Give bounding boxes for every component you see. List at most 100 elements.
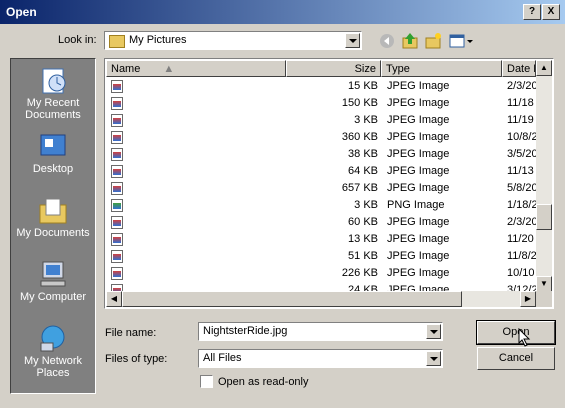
table-row[interactable]: lisaAndGrif.jpg360 KBJPEG Image10/8/2 (106, 129, 537, 146)
jpeg-file-icon (111, 165, 123, 178)
jpeg-file-icon (111, 250, 123, 263)
back-icon[interactable] (377, 31, 397, 51)
column-header-type[interactable]: Type (381, 60, 502, 77)
file-date-cell: 11/13 (507, 165, 534, 177)
jpeg-file-icon (111, 114, 123, 127)
table-row[interactable]: originalFBprofilePic.jpg60 KBJPEG Image2… (106, 214, 537, 231)
vertical-scroll-thumb[interactable] (536, 204, 552, 230)
file-date-cell: 11/8/2 (507, 250, 537, 262)
table-row[interactable]: RearWindow.jpg226 KBJPEG Image10/10 (106, 265, 536, 282)
scroll-left-button[interactable]: ◀ (106, 291, 122, 307)
file-type-cell: JPEG Image (387, 216, 450, 228)
file-type-cell: PNG Image (387, 199, 445, 211)
up-folder-icon[interactable] (400, 31, 420, 51)
table-row[interactable]: linuxpenguin.jpg3 KBJPEG Image11/19 (106, 112, 536, 129)
file-size-cell: 657 KB (341, 182, 378, 194)
close-button[interactable]: X (542, 4, 560, 20)
jpeg-file-icon (111, 148, 123, 161)
look-in-dropdown[interactable] (345, 33, 360, 48)
cancel-button[interactable]: Cancel (477, 347, 555, 370)
table-row[interactable]: lookalike.jpg38 KBJPEG Image3/5/20 (106, 146, 537, 163)
table-row[interactable]: NightsterRide.jpg657 KBJPEG Image5/8/20 (106, 180, 537, 197)
file-date-cell: 11/20 (507, 233, 534, 245)
place-label: My Network Places (23, 355, 83, 379)
file-type-cell: JPEG Image (387, 233, 450, 245)
view-menu-icon[interactable] (448, 31, 474, 51)
file-size-cell: 13 KB (348, 233, 378, 245)
jpeg-file-icon (111, 267, 123, 280)
file-name-dropdown[interactable] (426, 324, 441, 339)
file-size-cell: 360 KB (341, 131, 378, 143)
place-label: My Documents (16, 227, 90, 239)
file-type-cell: JPEG Image (387, 97, 450, 109)
new-folder-icon[interactable] (423, 31, 443, 51)
file-type-cell: JPEG Image (387, 114, 450, 126)
table-row[interactable]: pepe_le_pew-5250.jpg13 KBJPEG Image11/20 (106, 231, 536, 248)
jpeg-file-icon (111, 216, 123, 229)
file-size-cell: 3 KB (354, 199, 378, 211)
look-in-label: Look in: (58, 34, 97, 46)
horizontal-scroll-thumb[interactable] (122, 291, 462, 307)
place-recent-documents[interactable]: My Recent Documents (11, 65, 95, 121)
place-desktop[interactable]: Desktop (11, 131, 95, 175)
table-row[interactable]: McQueen in the mud.jpg64 KBJPEG Image11/… (106, 163, 536, 180)
place-my-documents[interactable]: My Documents (11, 195, 95, 239)
file-size-cell: 38 KB (348, 148, 378, 160)
place-label: Desktop (32, 163, 74, 175)
file-list[interactable]: Name ▲ Size Type Date M js2.jpg15 KBJPEG… (104, 58, 554, 309)
file-name-label: File name: (105, 327, 157, 339)
look-in-combo[interactable]: My Pictures (104, 31, 362, 50)
file-type-select[interactable]: All Files (198, 349, 443, 368)
file-type-cell: JPEG Image (387, 182, 450, 194)
place-my-computer[interactable]: My Computer (11, 259, 95, 303)
folder-icon (109, 35, 125, 48)
file-date-cell: 5/8/20 (507, 182, 537, 194)
file-date-cell: 1/18/2 (507, 199, 537, 211)
vertical-scrollbar[interactable]: ▲ ▼ (536, 60, 552, 292)
place-network-places[interactable]: My Network Places (11, 323, 95, 379)
column-header-size[interactable]: Size (286, 60, 381, 77)
file-type-dropdown[interactable] (426, 351, 441, 366)
read-only-checkbox[interactable] (200, 375, 213, 388)
scroll-down-button[interactable]: ▼ (536, 276, 552, 292)
jpeg-file-icon (111, 80, 123, 93)
file-size-cell: 51 KB (348, 250, 378, 262)
mouse-cursor-icon (518, 327, 532, 348)
column-header-date[interactable]: Date M (502, 60, 536, 77)
file-size-cell: 64 KB (348, 165, 378, 177)
my-computer-icon (37, 259, 69, 289)
file-name-value: NightsterRide.jpg (203, 325, 288, 337)
file-date-cell: 11/18 (507, 97, 534, 109)
file-size-cell: 15 KB (348, 80, 378, 92)
jpeg-file-icon (111, 97, 123, 110)
file-size-cell: 150 KB (341, 97, 378, 109)
table-row[interactable]: Quantum-DR650.jpg51 KBJPEG Image11/8/2 (106, 248, 537, 265)
scroll-up-button[interactable]: ▲ (536, 60, 552, 76)
jpeg-file-icon (111, 131, 123, 144)
file-name-input[interactable]: NightsterRide.jpg (198, 322, 443, 341)
column-header-name[interactable]: Name ▲ (106, 60, 286, 77)
file-date-cell: 3/5/20 (507, 148, 537, 160)
file-date-cell: 2/3/20 (507, 216, 537, 228)
png-file-icon (111, 199, 123, 212)
file-size-cell: 226 KB (341, 267, 378, 279)
file-date-cell: 11/19 (507, 114, 534, 126)
jpeg-file-icon (111, 233, 123, 246)
window-title: Open (6, 5, 37, 19)
jpeg-file-icon (111, 182, 123, 195)
file-type-cell: JPEG Image (387, 250, 450, 262)
table-row[interactable]: oneamericahome.png3 KBPNG Image1/18/2 (106, 197, 537, 214)
help-button[interactable]: ? (523, 4, 541, 20)
desktop-icon (37, 131, 69, 161)
file-size-cell: 60 KB (348, 216, 378, 228)
network-places-icon (37, 323, 69, 353)
file-date-cell: 10/8/2 (507, 131, 537, 143)
open-button[interactable]: Open (476, 320, 556, 345)
table-row[interactable]: kawasaki-versysBlue-5_1280...150 KBJPEG … (106, 95, 536, 112)
horizontal-scrollbar[interactable]: ◀ ▶ (106, 291, 536, 307)
file-type-cell: JPEG Image (387, 148, 450, 160)
file-type-cell: JPEG Image (387, 131, 450, 143)
table-row[interactable]: js2.jpg15 KBJPEG Image2/3/20 (106, 78, 537, 95)
file-type-cell: JPEG Image (387, 165, 450, 177)
scroll-right-button[interactable]: ▶ (520, 291, 536, 307)
